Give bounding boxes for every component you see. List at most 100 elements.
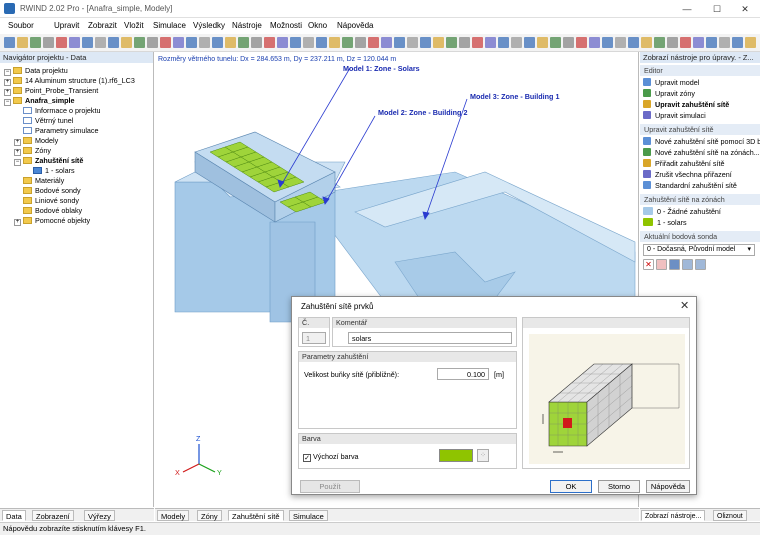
menu-simulace[interactable]: Simulace [153, 21, 186, 30]
toolbar-icon[interactable] [160, 37, 171, 48]
close-button[interactable]: ✕ [730, 0, 760, 18]
color-picker-icon[interactable]: ⁘ [477, 449, 489, 462]
toolbar-icon[interactable] [602, 37, 613, 48]
menu-vlozit[interactable]: Vložit [124, 21, 144, 30]
toolbar-icon[interactable] [654, 37, 665, 48]
minimize-button[interactable]: — [672, 0, 702, 18]
menu-vysledky[interactable]: Výsledky [193, 21, 225, 30]
tree-item[interactable]: − Data projektu [4, 66, 68, 76]
tool-item[interactable]: Upravit zóny [643, 89, 695, 99]
toolbar-icon[interactable] [641, 37, 652, 48]
toolbar-icon[interactable] [628, 37, 639, 48]
tree-item[interactable]: Informace o projektu [14, 106, 101, 115]
expand-icon[interactable]: − [4, 99, 11, 106]
toolbar-icon[interactable] [576, 37, 587, 48]
help-button[interactable]: Nápověda [646, 480, 690, 493]
toolbar-icon[interactable] [511, 37, 522, 48]
tab-data[interactable]: Data [2, 510, 26, 521]
toolbar-icon[interactable] [121, 37, 132, 48]
tree-item[interactable]: Liniové sondy [14, 196, 79, 205]
toolbar-icon[interactable] [394, 37, 405, 48]
toolbar-icon[interactable] [407, 37, 418, 48]
toolbar-icon[interactable] [537, 37, 548, 48]
toolbar-icon[interactable] [69, 37, 80, 48]
toolbar-icon[interactable] [17, 37, 28, 48]
tool-item[interactable]: Upravit simulaci [643, 111, 706, 121]
tree-item[interactable]: Materiály [14, 176, 64, 185]
toolbar-icon[interactable] [589, 37, 600, 48]
export-icon[interactable] [682, 259, 693, 270]
toolbar-icon[interactable] [693, 37, 704, 48]
tree-item[interactable]: Bodové sondy [14, 186, 81, 195]
toolbar-icon[interactable] [550, 37, 561, 48]
toolbar-icon[interactable] [680, 37, 691, 48]
expand-icon[interactable]: + [4, 79, 11, 86]
toolbar-icon[interactable] [251, 37, 262, 48]
section-header[interactable]: Editor [640, 65, 760, 76]
menu-soubor[interactable]: Soubor [8, 21, 34, 30]
toolbar-icon[interactable] [706, 37, 717, 48]
toolbar-icon[interactable] [719, 37, 730, 48]
tab-simulace[interactable]: Simulace [289, 510, 328, 521]
toolbar-icon[interactable] [277, 37, 288, 48]
toolbar-icon[interactable] [498, 37, 509, 48]
expand-icon[interactable]: + [14, 149, 21, 156]
delete-icon[interactable]: ✕ [643, 259, 654, 270]
tool-item[interactable]: Upravit zahuštění sítě [643, 100, 729, 110]
toolbar-icon[interactable] [173, 37, 184, 48]
toolbar-icon[interactable] [329, 37, 340, 48]
tab-zobrazeni[interactable]: Zobrazení [32, 510, 74, 521]
toolbar-icon[interactable] [134, 37, 145, 48]
tree-item[interactable]: +14 Aluminum structure (1).rf6_LC3 [4, 76, 135, 86]
toolbar-icon[interactable] [238, 37, 249, 48]
tool-item[interactable]: Upravit model [643, 78, 699, 88]
toolbar-icon[interactable] [225, 37, 236, 48]
toolbar-icon[interactable] [446, 37, 457, 48]
menu-napoveda[interactable]: Nápověda [337, 21, 373, 30]
menu-upravit[interactable]: Upravit [54, 21, 79, 30]
section-header[interactable]: Upravit zahuštění sítě [640, 124, 760, 135]
toolbar-icon[interactable] [43, 37, 54, 48]
tree-item[interactable]: Větrný tunel [14, 116, 73, 125]
toolbar-icon[interactable] [199, 37, 210, 48]
toolbar-icon[interactable] [316, 37, 327, 48]
toolbar-icon[interactable] [56, 37, 67, 48]
expand-icon[interactable]: − [14, 159, 21, 166]
toolbar-icon[interactable] [95, 37, 106, 48]
toolbar-icon[interactable] [524, 37, 535, 48]
tree-item[interactable]: − Zahuštění sítě [14, 156, 83, 166]
toolbar-icon[interactable] [368, 37, 379, 48]
toolbar-icon[interactable] [433, 37, 444, 48]
toolbar-icon[interactable] [459, 37, 470, 48]
tool-item[interactable]: Přiřadit zahuštění sítě [643, 159, 725, 169]
tree-item[interactable]: − Anafra_simple [4, 96, 75, 106]
toolbar-icon[interactable] [355, 37, 366, 48]
toolbar-icon[interactable] [420, 37, 431, 48]
toolbar-icon[interactable] [147, 37, 158, 48]
toolbar-icon[interactable] [108, 37, 119, 48]
tree-item[interactable]: + Zóny [14, 146, 51, 156]
use-button[interactable]: Použít [300, 480, 360, 493]
tree-item[interactable]: + Pomocné objekty [14, 216, 90, 226]
maximize-button[interactable]: ☐ [702, 0, 732, 18]
tab-zahusteni-site[interactable]: Zahuštění sítě [228, 510, 284, 521]
toolbar-icon[interactable] [4, 37, 15, 48]
tool-item[interactable]: Standardní zahuštění sítě [643, 181, 737, 191]
toolbar-icon[interactable] [264, 37, 275, 48]
expand-icon[interactable]: + [14, 139, 21, 146]
toolbar-icon[interactable] [615, 37, 626, 48]
save-icon[interactable] [669, 259, 680, 270]
tool-item[interactable]: Nové zahuštění sítě na zónách... [643, 148, 760, 158]
tab-oliznout[interactable]: Oliznout [713, 510, 747, 521]
expand-icon[interactable]: + [4, 89, 11, 96]
cell-size-input[interactable]: 0.100 [437, 368, 489, 380]
color-swatch[interactable] [439, 449, 473, 462]
toolbar-icon[interactable] [342, 37, 353, 48]
toolbar-icon[interactable] [30, 37, 41, 48]
toolbar-icon[interactable] [82, 37, 93, 48]
section-header[interactable]: Aktuální bodová sonda [640, 231, 760, 242]
tool-item[interactable]: 1 - solars [643, 218, 687, 228]
tool-item[interactable]: Zrušit všechna přiřazení [643, 170, 732, 180]
tree-item[interactable]: + Point_Probe_Transient [4, 86, 98, 96]
tab-vyrezy[interactable]: Výřezy [84, 510, 115, 521]
